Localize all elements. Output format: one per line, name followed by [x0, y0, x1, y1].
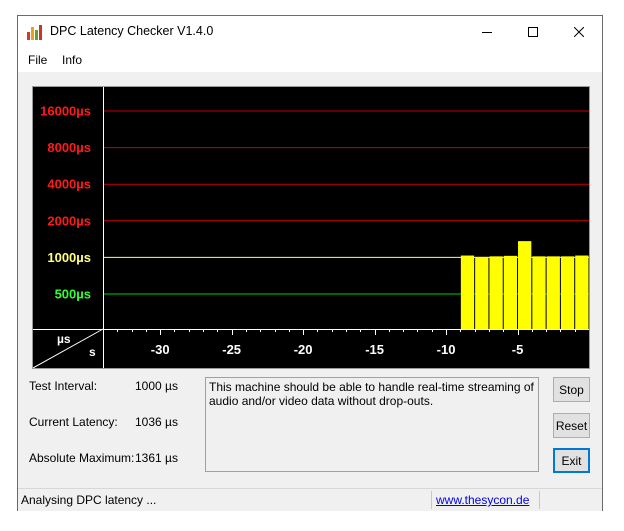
current-latency-label: Current Latency: — [29, 415, 118, 429]
close-button[interactable] — [556, 16, 602, 48]
latency-bar-1 — [460, 255, 475, 329]
latency-bar-5 — [518, 241, 532, 329]
latency-bar-4 — [503, 255, 518, 329]
minimize-button[interactable] — [464, 16, 510, 48]
app-window: DPC Latency Checker V1.4.0 File Info 160… — [17, 15, 603, 511]
y-tick-label-2000: 2000µs — [47, 213, 91, 228]
latency-bar-9 — [575, 255, 589, 329]
window-title: DPC Latency Checker V1.4.0 — [50, 24, 214, 38]
x-tick-label--20: -20 — [294, 342, 313, 357]
test-interval-label: Test Interval: — [29, 379, 98, 393]
title-bar[interactable]: DPC Latency Checker V1.4.0 — [18, 16, 602, 48]
y-tick-label-16000: 16000µs — [40, 104, 91, 119]
y-unit-label: µs — [57, 332, 71, 346]
menu-file[interactable]: File — [28, 53, 47, 67]
x-tick-label--10: -10 — [437, 342, 456, 357]
latency-chart-svg: 16000µs 8000µs 4000µs 2000µs 1000µs 500µs µs s -… — [32, 87, 590, 369]
status-divider-right — [539, 491, 540, 509]
y-tick-label-8000: 8000µs — [47, 140, 91, 155]
x-tick-label--5: -5 — [512, 342, 524, 357]
x-tick-label--25: -25 — [222, 342, 241, 357]
status-message-box: This machine should be able to handle re… — [205, 377, 539, 472]
y-tick-label-1000: 1000µs — [47, 250, 91, 265]
status-text: Analysing DPC latency ... — [21, 493, 157, 507]
latency-bar-7 — [546, 256, 560, 329]
reset-button[interactable]: Reset — [553, 413, 590, 438]
status-bar: Analysing DPC latency ... www.thesycon.d… — [18, 488, 602, 511]
test-interval-value: 1000 µs — [135, 379, 178, 393]
minimize-icon — [482, 32, 492, 33]
website-link[interactable]: www.thesycon.de — [436, 493, 529, 507]
absolute-maximum-label: Absolute Maximum: — [29, 451, 135, 465]
latency-chart: 16000µs 8000µs 4000µs 2000µs 1000µs 500µs µs s -… — [32, 86, 590, 369]
exit-button[interactable]: Exit — [553, 448, 590, 473]
y-tick-label-500: 500µs — [55, 287, 91, 302]
maximize-icon — [528, 27, 538, 37]
y-tick-label-4000: 4000µs — [47, 177, 91, 192]
latency-bar-3 — [489, 256, 503, 329]
x-unit-label: s — [89, 345, 96, 359]
current-latency-value: 1036 µs — [135, 415, 178, 429]
absolute-maximum-value: 1361 µs — [135, 451, 178, 465]
stop-button[interactable]: Stop — [553, 377, 590, 402]
latency-bar-8 — [560, 256, 575, 329]
latency-bar-6 — [532, 256, 546, 329]
x-tick-label--30: -30 — [151, 342, 170, 357]
maximize-button[interactable] — [510, 16, 556, 48]
menu-bar: File Info — [18, 48, 602, 73]
latency-bar-2 — [475, 256, 489, 329]
bar-chart-app-icon — [27, 25, 42, 40]
close-icon — [574, 27, 584, 37]
x-tick-label--15: -15 — [365, 342, 384, 357]
status-divider — [431, 491, 432, 509]
menu-info[interactable]: Info — [62, 53, 82, 67]
